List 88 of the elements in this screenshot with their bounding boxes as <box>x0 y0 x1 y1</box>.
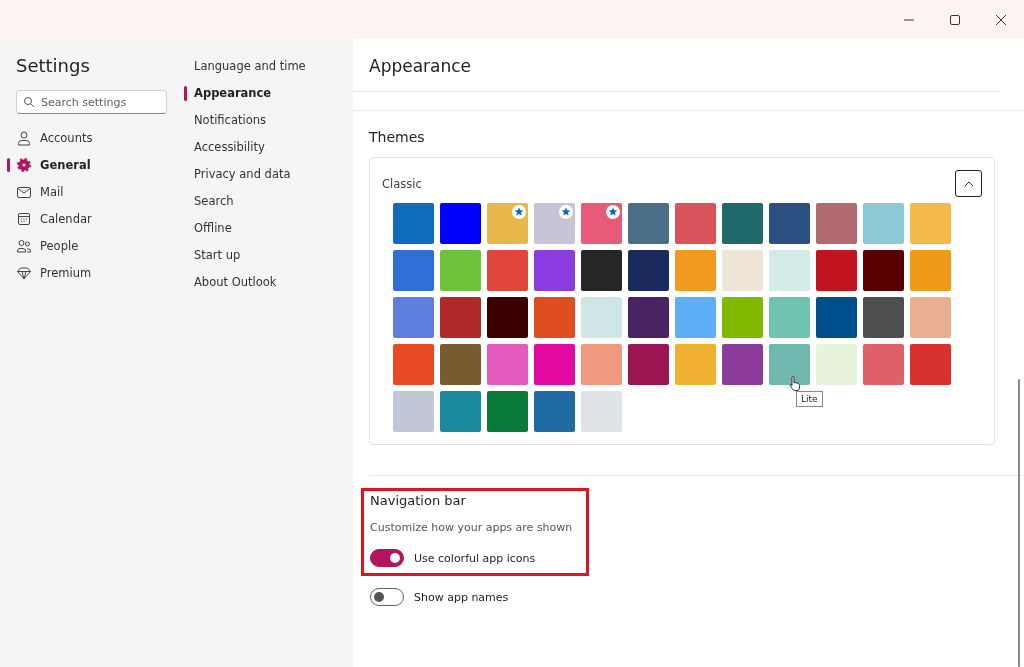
star-icon <box>512 205 526 219</box>
theme-tile[interactable] <box>722 344 763 385</box>
theme-tile[interactable] <box>863 344 904 385</box>
theme-tile[interactable] <box>816 297 857 338</box>
section-description: Customize how your apps are shown <box>370 521 574 534</box>
nav-item[interactable]: Calendar <box>16 205 184 232</box>
star-icon <box>606 205 620 219</box>
nav-item[interactable]: Accounts <box>16 124 184 151</box>
theme-tile[interactable] <box>628 297 669 338</box>
hand-cursor-icon <box>789 376 801 391</box>
theme-tile[interactable] <box>440 297 481 338</box>
theme-tile[interactable] <box>628 203 669 244</box>
theme-tile[interactable] <box>581 250 622 291</box>
theme-tile[interactable] <box>863 250 904 291</box>
theme-tile[interactable] <box>534 391 575 432</box>
theme-tile[interactable] <box>534 344 575 385</box>
diamond-icon <box>16 264 32 281</box>
theme-tile[interactable] <box>722 203 763 244</box>
search-field[interactable]: Search settings <box>16 90 167 114</box>
theme-tile[interactable] <box>675 344 716 385</box>
star-icon <box>559 205 573 219</box>
subnav-item[interactable]: Appearance <box>184 86 306 113</box>
theme-tile[interactable] <box>440 203 481 244</box>
theme-tile[interactable] <box>534 203 575 244</box>
theme-tile[interactable] <box>393 344 434 385</box>
subnav-item[interactable]: About Outlook <box>184 275 306 302</box>
settings-title: Settings <box>16 55 91 78</box>
group-label: Classic <box>382 176 422 191</box>
theme-tile[interactable] <box>628 344 669 385</box>
calendar-icon <box>16 210 32 227</box>
theme-tile[interactable] <box>816 203 857 244</box>
theme-tile[interactable] <box>675 297 716 338</box>
theme-tile[interactable] <box>675 203 716 244</box>
theme-tile[interactable] <box>487 250 528 291</box>
theme-tile[interactable] <box>440 344 481 385</box>
page-title: Appearance <box>353 39 1000 92</box>
theme-tile[interactable] <box>581 203 622 244</box>
tooltip: Lite <box>796 391 823 407</box>
subnav-item[interactable]: Language and time <box>184 59 306 86</box>
theme-tile[interactable] <box>440 391 481 432</box>
theme-tile[interactable] <box>910 203 951 244</box>
nav-item[interactable]: People <box>16 232 184 259</box>
theme-tile[interactable] <box>393 391 434 432</box>
theme-tile[interactable] <box>534 297 575 338</box>
theme-tile[interactable] <box>722 297 763 338</box>
subnav-item[interactable]: Notifications <box>184 113 306 140</box>
nav-item[interactable]: Premium <box>16 259 184 286</box>
theme-tile[interactable] <box>393 203 434 244</box>
nav-item[interactable]: Mail <box>16 178 184 205</box>
theme-tile[interactable] <box>440 250 481 291</box>
theme-tile[interactable] <box>722 250 763 291</box>
theme-tile[interactable] <box>816 344 857 385</box>
toggle-switch[interactable] <box>370 588 404 606</box>
theme-tile[interactable] <box>393 297 434 338</box>
person-icon <box>16 129 32 146</box>
theme-tile[interactable] <box>628 250 669 291</box>
theme-tile[interactable] <box>534 250 575 291</box>
theme-tile[interactable] <box>863 297 904 338</box>
theme-tile[interactable] <box>910 250 951 291</box>
theme-tile[interactable] <box>581 297 622 338</box>
settings-icon <box>16 156 32 173</box>
theme-tile[interactable] <box>769 203 810 244</box>
theme-tile[interactable] <box>487 391 528 432</box>
theme-tile[interactable] <box>769 297 810 338</box>
theme-tile[interactable] <box>487 297 528 338</box>
theme-tile[interactable] <box>910 297 951 338</box>
subnav-item[interactable]: Offline <box>184 221 306 248</box>
collapse-button[interactable] <box>955 170 982 197</box>
theme-tile[interactable] <box>816 250 857 291</box>
subnav-item[interactable]: Accessibility <box>184 140 306 167</box>
theme-tile[interactable] <box>487 344 528 385</box>
theme-tile[interactable] <box>393 250 434 291</box>
theme-tile[interactable] <box>487 203 528 244</box>
subnav-item[interactable]: Search <box>184 194 306 221</box>
toggle-label: Show app names <box>414 590 509 604</box>
people-icon <box>16 237 32 254</box>
section-heading: Themes <box>369 129 426 145</box>
theme-tile[interactable] <box>863 203 904 244</box>
theme-tile[interactable] <box>581 391 622 432</box>
subnav-item[interactable]: Privacy and data <box>184 167 306 194</box>
theme-tile[interactable] <box>675 250 716 291</box>
theme-tile[interactable] <box>910 344 951 385</box>
section-heading: Navigation bar <box>370 493 467 508</box>
toggle-switch[interactable] <box>370 549 404 567</box>
toggle-label: Use colorful app icons <box>414 551 536 565</box>
theme-tile[interactable] <box>581 344 622 385</box>
subnav-item[interactable]: Start up <box>184 248 306 275</box>
theme-tile[interactable] <box>769 250 810 291</box>
